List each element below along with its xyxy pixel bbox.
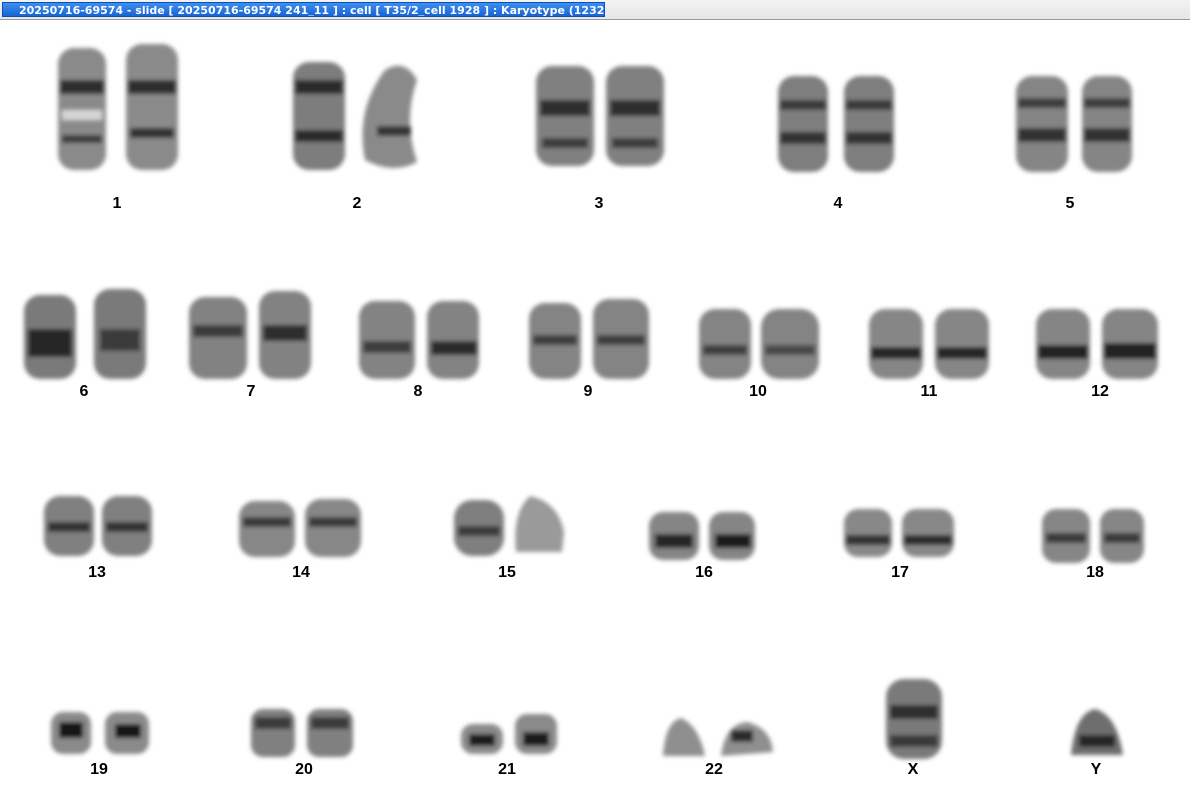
- chromosome-label: 14: [292, 564, 310, 581]
- chromosome-label: 18: [1086, 564, 1104, 581]
- chromosome-label: 8: [413, 383, 423, 400]
- chromosome-13-image: [44, 496, 152, 556]
- chromosome-6-image: [24, 289, 146, 379]
- chromosome-4-image: [778, 76, 894, 172]
- chromosome-label: 5: [1065, 195, 1075, 212]
- chromosome-16-image: [649, 512, 755, 560]
- chromosome-14-image: [239, 499, 361, 557]
- chromosome-label: 12: [1091, 383, 1109, 400]
- chromosome-label: 17: [891, 564, 909, 581]
- chromosome-x-image: [886, 679, 942, 759]
- chromosome-3-image: [536, 66, 664, 166]
- chromosome-pair-12[interactable]: 12: [1032, 305, 1167, 415]
- chromosome-pair-17[interactable]: 17: [840, 505, 965, 587]
- chromosome-20-image: [251, 709, 353, 757]
- chromosome-label: 20: [295, 761, 313, 778]
- chromosome-label: 2: [352, 195, 362, 212]
- chromosome-pair-5[interactable]: 5: [1010, 70, 1140, 220]
- chromosome-19-image: [51, 712, 149, 754]
- chromosome-8-image: [359, 301, 479, 379]
- chromosome-pair-8[interactable]: 8: [355, 295, 485, 415]
- chromosome-label: 15: [498, 564, 516, 581]
- chromosome-label: 16: [695, 564, 713, 581]
- chromosome-pair-13[interactable]: 13: [40, 492, 160, 587]
- chromosome-pair-6[interactable]: 6: [20, 285, 150, 415]
- chromosome-label: 6: [79, 383, 89, 400]
- chromosome-label: 13: [88, 564, 106, 581]
- chromosome-10-image: [699, 309, 819, 379]
- chromosome-label: 7: [246, 383, 256, 400]
- chromosome-pair-19[interactable]: 19: [45, 708, 155, 786]
- chromosome-y[interactable]: Y: [1065, 705, 1130, 786]
- chromosome-18-image: [1042, 509, 1144, 563]
- chromosome-label: 1: [112, 195, 122, 212]
- chromosome-label: 21: [498, 761, 516, 778]
- chromosome-pair-3[interactable]: 3: [530, 60, 670, 220]
- window-title-tab[interactable]: 20250716-69574 - slide [ 20250716-69574 …: [2, 2, 605, 17]
- chromosome-pair-9[interactable]: 9: [525, 295, 655, 415]
- chromosome-label: 3: [594, 195, 604, 212]
- chromosome-label: 22: [705, 761, 723, 778]
- chromosome-pair-21[interactable]: 21: [455, 708, 565, 786]
- chromosome-label: 9: [583, 383, 593, 400]
- chromosome-2-image: [293, 62, 417, 170]
- chromosome-pair-11[interactable]: 11: [865, 305, 995, 415]
- chromosome-pair-16[interactable]: 16: [645, 508, 765, 587]
- chromosome-pair-10[interactable]: 10: [695, 305, 825, 415]
- chromosome-pair-15[interactable]: 15: [450, 492, 570, 587]
- window-title-bar: 20250716-69574 - slide [ 20250716-69574 …: [0, 0, 1190, 20]
- chromosome-y-image: [1071, 709, 1123, 755]
- chromosome-x[interactable]: X: [880, 675, 950, 786]
- chromosome-label: 11: [920, 383, 938, 400]
- chromosome-21-image: [461, 714, 557, 754]
- chromosome-9-image: [529, 299, 649, 379]
- chromosome-label: Y: [1090, 761, 1102, 778]
- chromosome-label: 10: [749, 383, 767, 400]
- chromosome-pair-4[interactable]: 4: [772, 70, 902, 220]
- karyotype-canvas: 1 2 3 4 5 6 7 8 9 10 11 12 13 14 15 16 1…: [0, 20, 1190, 807]
- chromosome-pair-1[interactable]: 1: [50, 40, 190, 220]
- chromosome-22-image: [663, 718, 773, 756]
- chromosome-5-image: [1016, 76, 1132, 172]
- chromosome-pair-18[interactable]: 18: [1038, 505, 1153, 587]
- chromosome-pair-20[interactable]: 20: [245, 705, 365, 786]
- chromosome-pair-22[interactable]: 22: [655, 708, 780, 786]
- chromosome-12-image: [1036, 309, 1158, 379]
- chromosome-pair-2[interactable]: 2: [285, 50, 430, 220]
- chromosome-11-image: [869, 309, 989, 379]
- chromosome-label: 4: [833, 195, 843, 212]
- chromosome-15-image: [454, 496, 564, 556]
- chromosome-7-image: [189, 291, 311, 379]
- chromosome-17-image: [844, 509, 954, 557]
- chromosome-pair-14[interactable]: 14: [235, 495, 370, 587]
- chromosome-label: 19: [90, 761, 108, 778]
- chromosome-1-image: [58, 44, 178, 170]
- chromosome-pair-7[interactable]: 7: [185, 285, 315, 415]
- chromosome-label: X: [907, 761, 919, 778]
